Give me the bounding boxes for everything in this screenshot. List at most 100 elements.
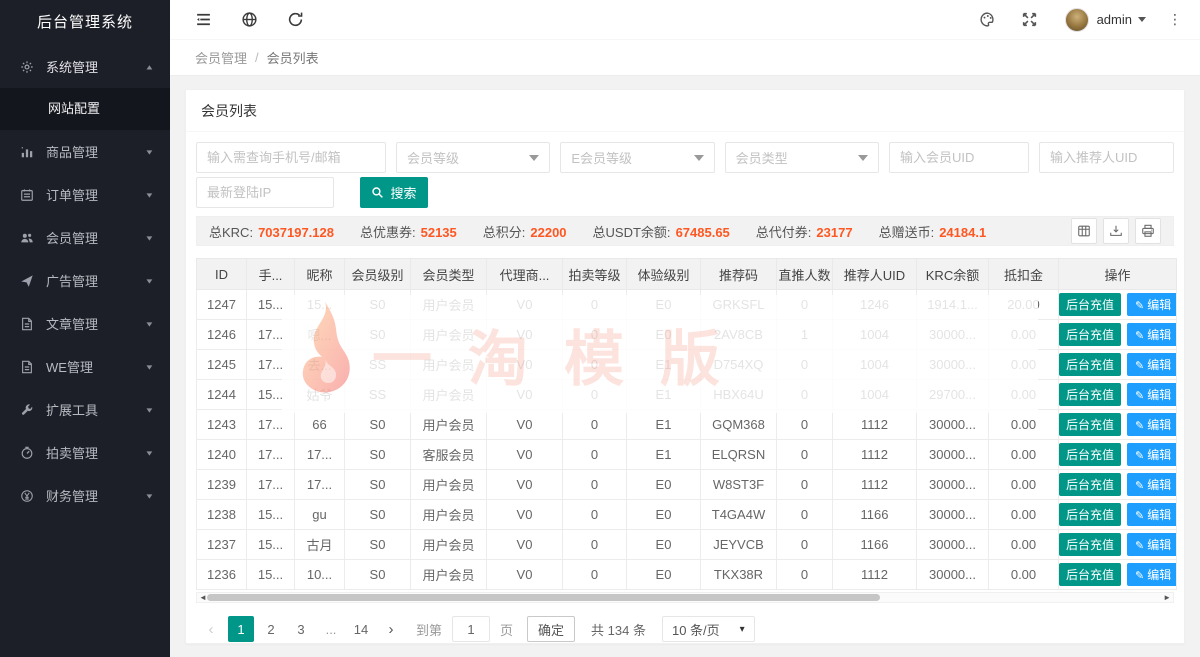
recharge-button[interactable]: 后台充值 (1059, 413, 1121, 436)
file-icon (19, 359, 35, 375)
theme-palette-icon[interactable] (979, 11, 997, 29)
recharge-button[interactable]: 后台充值 (1059, 563, 1121, 586)
sidebar-item-3[interactable]: 会员管理▼ (0, 216, 170, 259)
recharge-button[interactable]: 后台充值 (1059, 323, 1121, 346)
table-cell: 30000... (917, 350, 989, 380)
pencil-icon: ✎ (1135, 300, 1144, 312)
prev-page-button[interactable]: ‹ (198, 616, 224, 642)
table-cell: 1238 (197, 500, 247, 530)
table-cell: 用户会员 (411, 380, 487, 410)
breadcrumb-parent[interactable]: 会员管理 (195, 48, 247, 67)
edit-button[interactable]: ✎编辑 (1127, 293, 1176, 316)
user-avatar[interactable] (1065, 8, 1089, 32)
member-uid-input[interactable] (889, 142, 1029, 173)
sidebar-item-9[interactable]: 财务管理▼ (0, 474, 170, 517)
collapse-menu-icon[interactable] (195, 11, 213, 29)
table-row: 124517...去...SS用户会员V00E1D754XQ0100430000… (197, 350, 1177, 380)
recharge-button[interactable]: 后台充值 (1059, 293, 1121, 316)
chevron-down-icon: ▼ (145, 277, 155, 285)
card-title: 会员列表 (186, 90, 1184, 132)
horizontal-scrollbar[interactable]: ◄ ► (196, 592, 1174, 603)
recharge-button[interactable]: 后台充值 (1059, 383, 1121, 406)
recharge-button[interactable]: 后台充值 (1059, 443, 1121, 466)
phone-email-input[interactable] (196, 142, 386, 173)
actions-cell: 后台充值 ✎编辑 (1059, 350, 1177, 380)
table-cell: S0 (345, 470, 411, 500)
page-button-3[interactable]: 3 (288, 616, 314, 642)
edit-button[interactable]: ✎编辑 (1127, 473, 1176, 496)
edit-button[interactable]: ✎编辑 (1127, 563, 1176, 586)
table-cell: 0 (777, 500, 833, 530)
actions-cell: 后台充值 ✎编辑 (1059, 560, 1177, 590)
table-cell: 1243 (197, 410, 247, 440)
edit-button[interactable]: ✎编辑 (1127, 353, 1176, 376)
next-page-button[interactable]: › (378, 616, 404, 642)
pagination: ‹ 123...14 › 到第 页 确定 共 134 条 10 条/页 ▾ (196, 603, 1174, 655)
edit-button[interactable]: ✎编辑 (1127, 443, 1176, 466)
table-cell: 嗯... (295, 320, 345, 350)
table-cell: V0 (487, 290, 563, 320)
scroll-left-icon[interactable]: ◄ (199, 594, 207, 602)
scrollbar-thumb[interactable] (207, 594, 880, 601)
table-cell: JEYVCB (701, 530, 777, 560)
table-cell: 0 (777, 350, 833, 380)
sidebar-item-7[interactable]: 扩展工具▼ (0, 388, 170, 431)
sidebar-item-0[interactable]: 系统管理▲ (0, 45, 170, 88)
edit-button[interactable]: ✎编辑 (1127, 503, 1176, 526)
table-cell: 30000... (917, 410, 989, 440)
sidebar-item-label: 拍卖管理 (46, 443, 145, 462)
table-cell: 1246 (833, 290, 917, 320)
sidebar-item-6[interactable]: WE管理▼ (0, 345, 170, 388)
edit-button[interactable]: ✎编辑 (1127, 413, 1176, 436)
edit-button[interactable]: ✎编辑 (1127, 383, 1176, 406)
globe-icon[interactable] (241, 11, 259, 29)
search-label: 搜索 (390, 183, 416, 202)
user-menu[interactable]: admin (1097, 12, 1146, 27)
page-button-2[interactable]: 2 (258, 616, 284, 642)
search-button[interactable]: 搜索 (360, 177, 428, 208)
table-cell: 客服会员 (411, 440, 487, 470)
table-cell: E1 (627, 410, 701, 440)
columns-filter-icon[interactable] (1071, 218, 1097, 244)
more-menu-icon[interactable]: ⋮ (1168, 11, 1182, 28)
edit-button[interactable]: ✎编辑 (1127, 533, 1176, 556)
table-cell: 0 (777, 560, 833, 590)
sidebar-item-label: 广告管理 (46, 271, 145, 290)
table-cell: 姑爷 (295, 380, 345, 410)
table-cell: 0 (563, 380, 627, 410)
per-page-select[interactable]: 10 条/页 ▾ (662, 616, 755, 642)
recharge-button[interactable]: 后台充值 (1059, 353, 1121, 376)
sidebar-item-2[interactable]: 订单管理▼ (0, 173, 170, 216)
export-icon[interactable] (1103, 218, 1129, 244)
scroll-right-icon[interactable]: ► (1163, 594, 1171, 602)
page-button-1[interactable]: 1 (228, 616, 254, 642)
referrer-uid-input[interactable] (1039, 142, 1174, 173)
chevron-down-icon: ▼ (145, 492, 155, 500)
stat-value: 22200 (530, 225, 566, 240)
recharge-button[interactable]: 后台充值 (1059, 533, 1121, 556)
latest-ip-input[interactable] (196, 177, 334, 208)
table-cell: 1245 (197, 350, 247, 380)
goto-page-input[interactable] (452, 616, 490, 642)
page-button-14[interactable]: 14 (348, 616, 374, 642)
fullscreen-icon[interactable] (1021, 11, 1039, 29)
stat-label: 总优惠券: (360, 225, 416, 240)
table-cell: 30000... (917, 320, 989, 350)
table-cell: 15... (247, 560, 295, 590)
recharge-button[interactable]: 后台充值 (1059, 503, 1121, 526)
e-member-level-select[interactable]: E会员等级 (560, 142, 714, 173)
edit-button[interactable]: ✎编辑 (1127, 323, 1176, 346)
member-type-select[interactable]: 会员类型 (725, 142, 879, 173)
recharge-button[interactable]: 后台充值 (1059, 473, 1121, 496)
sidebar-subitem-网站配置[interactable]: 网站配置 (0, 88, 170, 130)
sidebar-item-4[interactable]: 广告管理▼ (0, 259, 170, 302)
sidebar-item-5[interactable]: 文章管理▼ (0, 302, 170, 345)
print-icon[interactable] (1135, 218, 1161, 244)
refresh-icon[interactable] (287, 11, 305, 29)
sidebar-item-1[interactable]: 商品管理▼ (0, 130, 170, 173)
member-level-select[interactable]: 会员等级 (396, 142, 550, 173)
sidebar-item-8[interactable]: 拍卖管理▼ (0, 431, 170, 474)
table-row: 124415...姑爷SS用户会员V00E1HBX64U0100429700..… (197, 380, 1177, 410)
pencil-icon: ✎ (1135, 510, 1144, 522)
confirm-button[interactable]: 确定 (527, 616, 575, 642)
